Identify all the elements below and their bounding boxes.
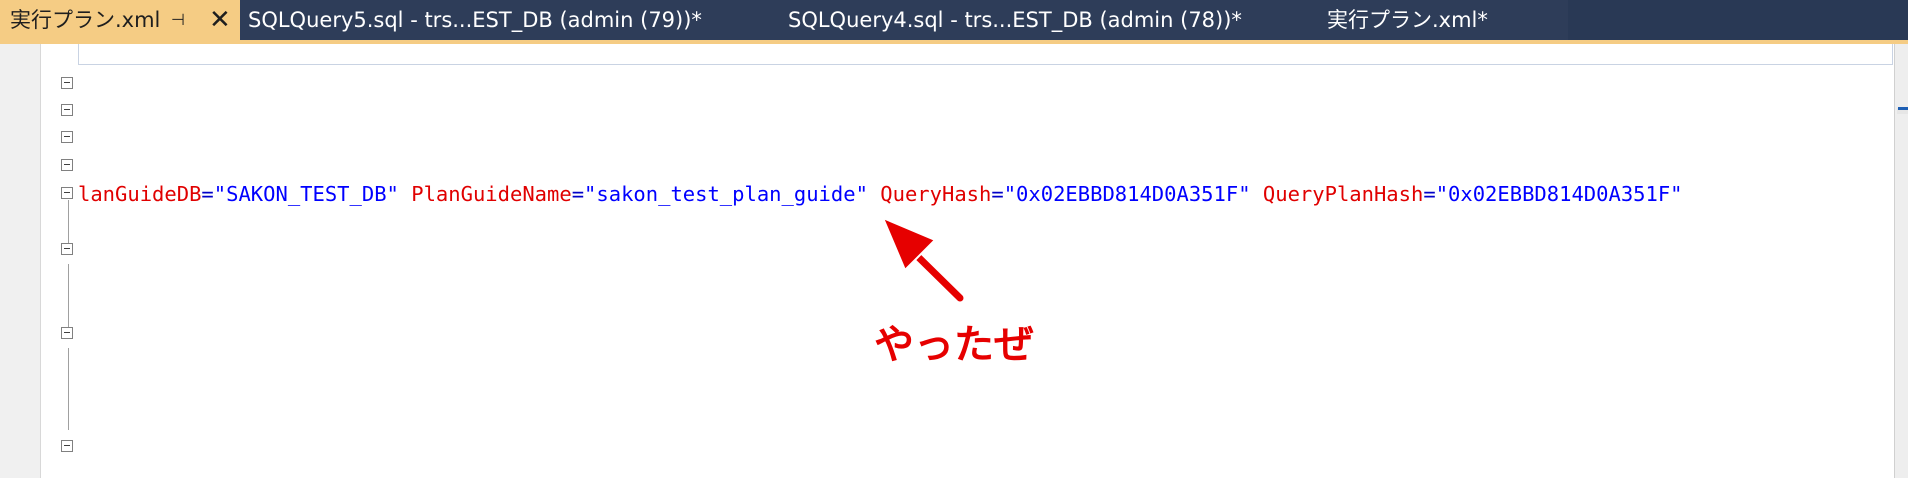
annotation-text: やったぜ (874, 322, 1034, 368)
annotation-arrow-icon (882, 217, 966, 304)
